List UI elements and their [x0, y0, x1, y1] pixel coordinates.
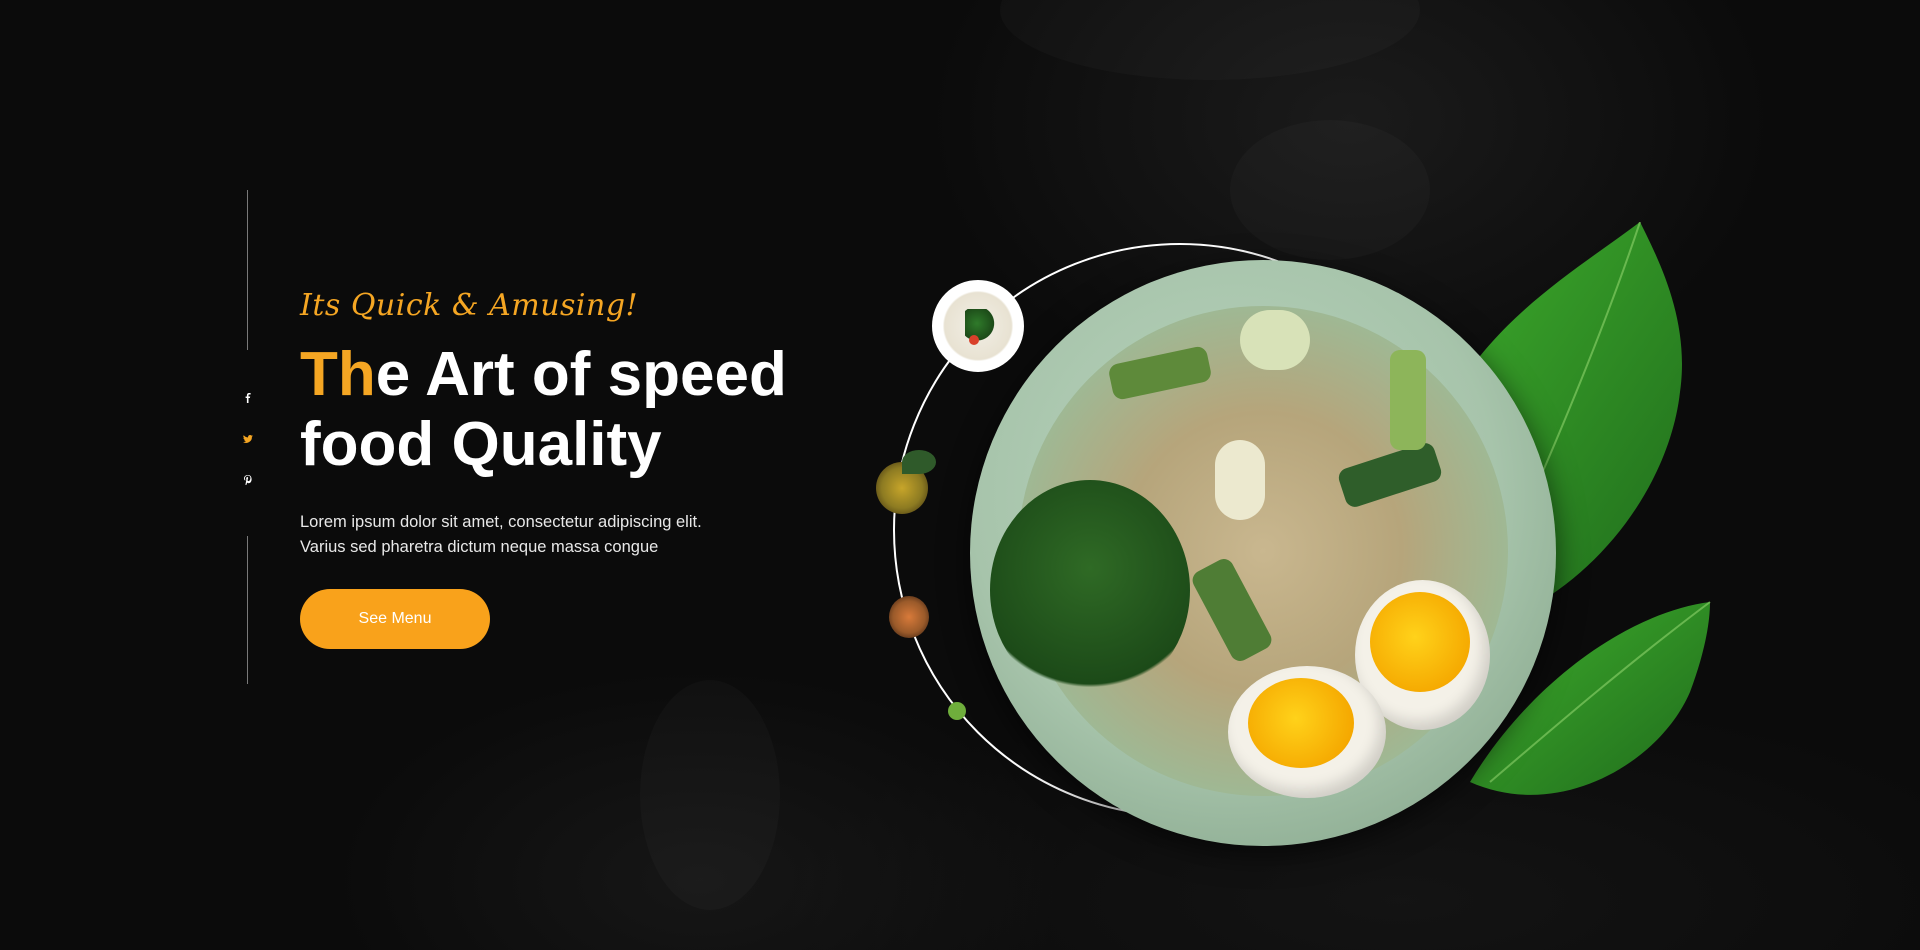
herb-garnish — [902, 450, 936, 474]
social-rail-line-bottom — [247, 536, 248, 684]
hero-title: The Art of speed food Quality — [300, 340, 860, 480]
hero-title-line2: food Quality — [300, 410, 662, 479]
cabbage — [1240, 310, 1310, 370]
facebook-link[interactable] — [240, 390, 256, 406]
hero-description: Lorem ipsum dolor sit amet, consectetur … — [300, 510, 780, 560]
hero-description-line2: Varius sed pharetra dictum neque massa c… — [300, 538, 659, 556]
pinterest-link[interactable] — [240, 472, 256, 488]
dish-thumb-bowl[interactable] — [889, 596, 929, 638]
see-menu-button[interactable]: See Menu — [300, 589, 490, 649]
tomato — [969, 335, 979, 345]
hero-tagline: Its Quick & Amusing! — [300, 288, 639, 323]
background-decor — [1000, 0, 1420, 80]
herb-sprig — [948, 702, 966, 720]
onion — [1215, 440, 1265, 520]
background-decor — [640, 680, 780, 910]
zucchini — [1390, 350, 1426, 450]
social-rail-line-top — [247, 190, 248, 350]
twitter-link[interactable] — [240, 431, 256, 447]
egg-yolk — [1248, 678, 1354, 768]
egg-yolk — [1370, 592, 1470, 692]
dish-thumb-salad[interactable] — [932, 280, 1024, 372]
twitter-icon — [243, 435, 253, 443]
hero-title-line1: e Art of speed — [375, 340, 787, 409]
pinterest-icon — [244, 475, 252, 485]
herbs — [990, 480, 1190, 700]
hero-title-accent: Th — [300, 340, 376, 409]
facebook-icon — [245, 393, 251, 403]
hero-description-line1: Lorem ipsum dolor sit amet, consectetur … — [300, 513, 702, 531]
